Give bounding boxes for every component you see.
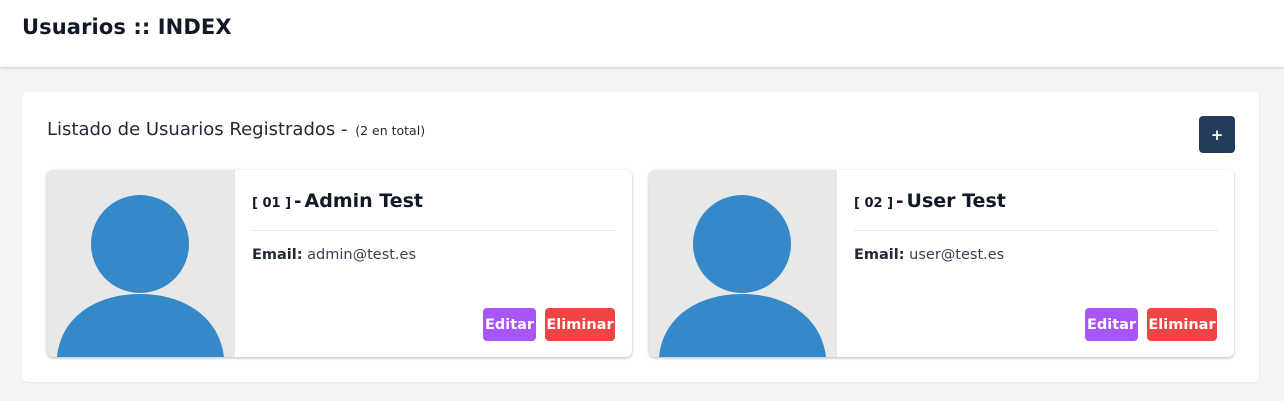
user-silhouette-icon <box>659 195 826 357</box>
users-panel: Listado de Usuarios Registrados - (2 en … <box>22 92 1259 382</box>
edit-button[interactable]: Editar <box>1085 308 1138 341</box>
panel-title-text: Listado de Usuarios Registrados - <box>47 119 348 140</box>
user-email: Email: user@test.es <box>854 247 1004 263</box>
avatar <box>649 170 837 357</box>
user-name: Admin Test <box>304 190 423 212</box>
user-card-title: [ 01 ] - Admin Test <box>252 190 423 212</box>
user-card-body: [ 02 ] - User Test Email: user@test.es Edi… <box>837 170 1234 357</box>
user-count: (2 en total) <box>355 123 426 138</box>
user-number: [ 01 ] <box>252 196 292 211</box>
user-email: Email: admin@test.es <box>252 247 416 263</box>
user-card-body: [ 01 ] - Admin Test Email: admin@test.es E… <box>235 170 632 357</box>
user-silhouette-icon <box>57 195 224 357</box>
panel-title: Listado de Usuarios Registrados - (2 en … <box>47 119 425 140</box>
page-title: Usuarios :: INDEX <box>22 15 232 39</box>
email-value: admin@test.es <box>307 247 417 263</box>
email-value: user@test.es <box>909 247 1005 263</box>
user-name: User Test <box>906 190 1006 212</box>
user-card-title: [ 02 ] - User Test <box>854 190 1006 212</box>
user-number: [ 02 ] <box>854 196 894 211</box>
email-label: Email: <box>252 247 303 263</box>
divider <box>854 230 1218 231</box>
top-bar: Usuarios :: INDEX <box>0 0 1284 67</box>
user-card: [ 01 ] - Admin Test Email: admin@test.es E… <box>47 170 632 357</box>
add-user-button[interactable]: + <box>1199 116 1235 153</box>
title-separator: - <box>896 191 904 212</box>
title-separator: - <box>294 191 302 212</box>
divider <box>252 230 616 231</box>
edit-button[interactable]: Editar <box>483 308 536 341</box>
avatar <box>47 170 235 357</box>
delete-button[interactable]: Eliminar <box>1147 308 1217 341</box>
delete-button[interactable]: Eliminar <box>545 308 615 341</box>
user-card: [ 02 ] - User Test Email: user@test.es Edi… <box>649 170 1234 357</box>
email-label: Email: <box>854 247 905 263</box>
